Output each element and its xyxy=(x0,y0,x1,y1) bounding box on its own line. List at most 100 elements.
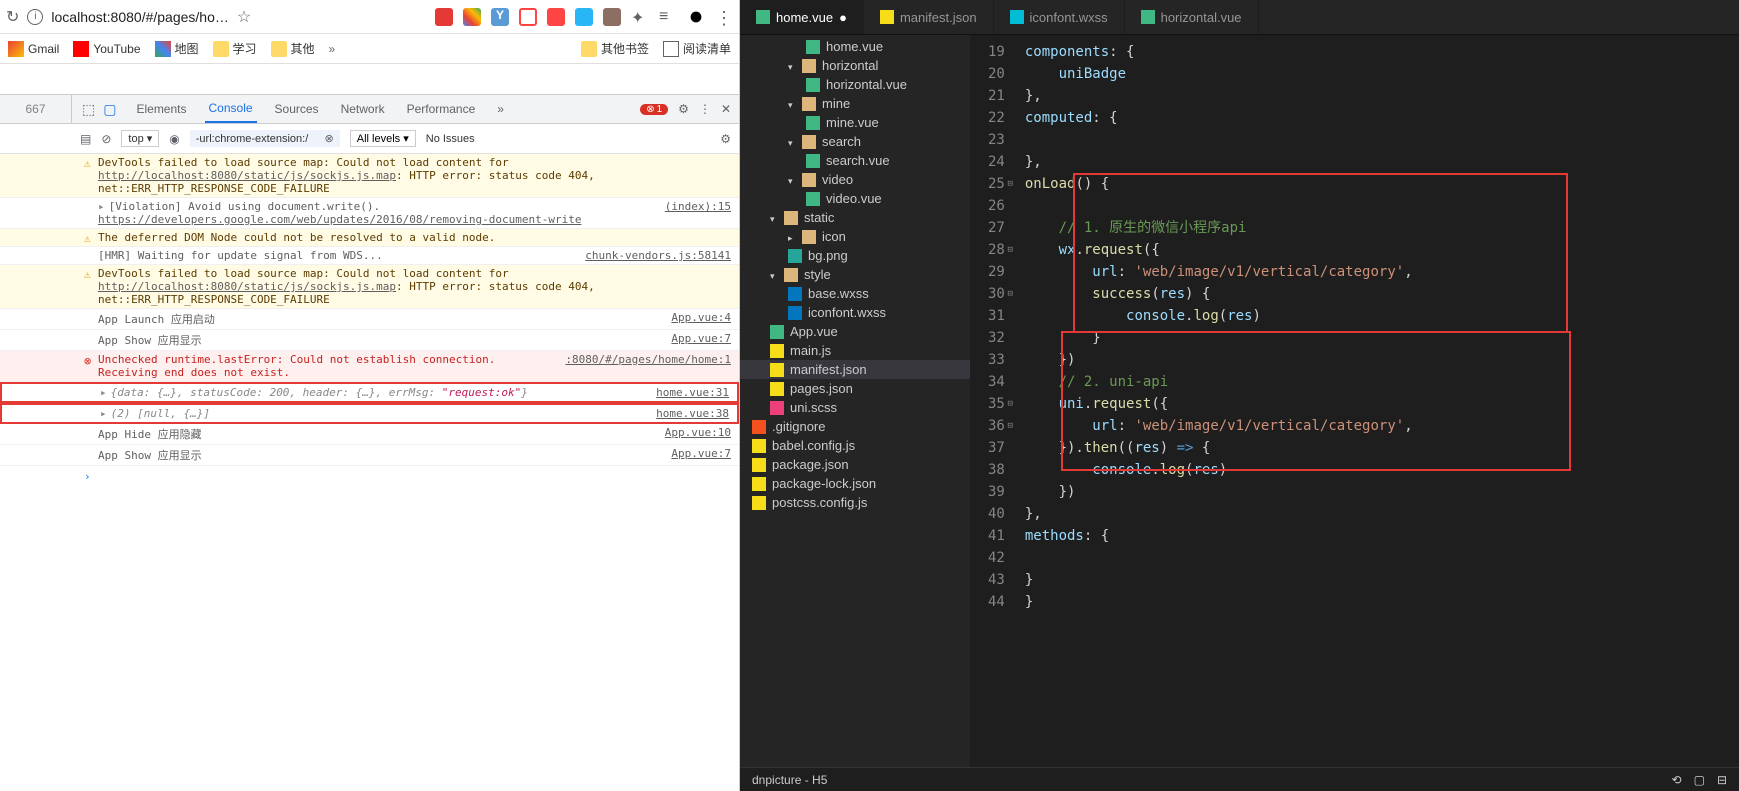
file-home-vue[interactable]: home.vue xyxy=(740,37,970,56)
folder-mine[interactable]: mine xyxy=(740,94,970,113)
log-levels[interactable]: All levels ▾ xyxy=(350,130,416,147)
file-iconfont-wxss[interactable]: iconfont.wxss xyxy=(740,303,970,322)
file-app-vue[interactable]: App.vue xyxy=(740,322,970,341)
tab-console[interactable]: Console xyxy=(205,95,257,123)
folder-icon[interactable]: icon xyxy=(740,227,970,246)
editor-tab-horizontal[interactable]: horizontal.vue xyxy=(1125,0,1259,34)
file-postcss-config[interactable]: postcss.config.js xyxy=(740,493,970,512)
clear-console-icon[interactable]: ⊘ xyxy=(101,132,111,146)
folder-horizontal[interactable]: horizontal xyxy=(740,56,970,75)
reader-icon[interactable]: ≡ xyxy=(659,8,677,26)
inspect-icon[interactable]: ⬚ xyxy=(82,101,95,118)
file-main-js[interactable]: main.js xyxy=(740,341,970,360)
console-log[interactable]: App Show 应用显示App.vue:7 xyxy=(0,445,739,466)
console-log[interactable]: [HMR] Waiting for update signal from WDS… xyxy=(0,247,739,265)
file-base-wxss[interactable]: base.wxss xyxy=(740,284,970,303)
console-log[interactable]: App Hide 应用隐藏App.vue:10 xyxy=(0,424,739,445)
tab-network[interactable]: Network xyxy=(337,95,389,123)
source-link[interactable]: chunk-vendors.js:58141 xyxy=(585,249,731,262)
bookmark-gmail[interactable]: Gmail xyxy=(8,41,59,57)
tab-performance[interactable]: Performance xyxy=(403,95,480,123)
bookmark-youtube[interactable]: YouTube xyxy=(73,41,140,57)
ext-icon-4[interactable] xyxy=(519,8,537,26)
file-horizontal-vue[interactable]: horizontal.vue xyxy=(740,75,970,94)
code-editor[interactable]: 19 20 21 22 23 24 25⊟ 26 27 28⊟ 29 30⊟ 3… xyxy=(970,35,1739,767)
source-link[interactable]: App.vue:4 xyxy=(671,311,731,327)
tab-more[interactable]: » xyxy=(493,95,508,123)
ext-icon-5[interactable] xyxy=(547,8,565,26)
tab-sources[interactable]: Sources xyxy=(271,95,323,123)
settings-icon[interactable]: ⚙ xyxy=(678,102,689,116)
folder-style[interactable]: style xyxy=(740,265,970,284)
bookmark-map[interactable]: 地图 xyxy=(155,40,199,57)
console-log-highlighted[interactable]: {data: {…}, statusCode: 200, header: {…}… xyxy=(0,382,739,403)
folder-search[interactable]: search xyxy=(740,132,970,151)
console-warning[interactable]: The deferred DOM Node could not be resol… xyxy=(0,229,739,247)
file-gitignore[interactable]: .gitignore xyxy=(740,417,970,436)
clear-filter-icon[interactable]: ⊗ xyxy=(325,132,334,145)
refresh-icon[interactable]: ↻ xyxy=(6,7,19,27)
bookmarks-overflow-icon[interactable]: » xyxy=(329,42,336,56)
source-link[interactable]: App.vue:7 xyxy=(671,332,731,348)
source-link[interactable]: App.vue:10 xyxy=(665,426,731,442)
file-mine-vue[interactable]: mine.vue xyxy=(740,113,970,132)
bookmark-other[interactable]: 其他 xyxy=(271,40,315,57)
ublock-icon[interactable] xyxy=(435,8,453,26)
code-content[interactable]: components: { uniBadge }, computed: { },… xyxy=(1015,35,1739,767)
console-log[interactable]: [Violation] Avoid using document.write()… xyxy=(0,198,739,229)
devtools-menu-icon[interactable]: ⋮ xyxy=(699,102,711,116)
console-error[interactable]: Unchecked runtime.lastError: Could not e… xyxy=(0,351,739,382)
tab-elements[interactable]: Elements xyxy=(132,95,190,123)
source-link[interactable]: home.vue:38 xyxy=(656,407,729,420)
folder-static[interactable]: static xyxy=(740,208,970,227)
ext-icon-6[interactable] xyxy=(575,8,593,26)
extensions-icon[interactable]: ✦ xyxy=(631,8,649,26)
folder-video[interactable]: video xyxy=(740,170,970,189)
editor-tab-manifest[interactable]: manifest.json xyxy=(864,0,994,34)
console-prompt[interactable] xyxy=(0,466,739,487)
other-bookmarks[interactable]: 其他书签 xyxy=(581,40,649,57)
file-bg-png[interactable]: bg.png xyxy=(740,246,970,265)
bookmark-study[interactable]: 学习 xyxy=(213,40,257,57)
console-warning[interactable]: DevTools failed to load source map: Coul… xyxy=(0,154,739,198)
ext-icon-9[interactable] xyxy=(687,8,705,26)
ext-icon-3[interactable]: Y xyxy=(491,8,509,26)
status-icon-1[interactable]: ⟲ xyxy=(1672,773,1682,787)
issues-link[interactable]: No Issues xyxy=(426,133,475,145)
status-icon-3[interactable]: ⊟ xyxy=(1717,773,1727,787)
console-log[interactable]: App Launch 应用启动App.vue:4 xyxy=(0,309,739,330)
file-manifest-json[interactable]: manifest.json xyxy=(740,360,970,379)
cookie-icon[interactable] xyxy=(603,8,621,26)
source-link[interactable]: home.vue:31 xyxy=(656,386,729,399)
site-info-icon[interactable]: i xyxy=(27,9,43,25)
file-search-vue[interactable]: search.vue xyxy=(740,151,970,170)
filter-input[interactable]: -url:chrome-extension:/⊗ xyxy=(190,130,340,147)
file-package-lock[interactable]: package-lock.json xyxy=(740,474,970,493)
editor-tab-home[interactable]: home.vue● xyxy=(740,0,864,34)
sidebar-toggle-icon[interactable]: ▤ xyxy=(80,132,91,146)
address-bar[interactable]: localhost:8080/#/pages/ho… xyxy=(51,9,228,25)
reading-list[interactable]: 阅读清单 xyxy=(663,40,731,57)
live-expression-icon[interactable]: ◉ xyxy=(169,132,179,146)
status-icon-2[interactable]: ▢ xyxy=(1694,773,1705,787)
console-settings-icon[interactable]: ⚙ xyxy=(720,132,731,146)
bookmark-star-icon[interactable]: ☆ xyxy=(237,7,251,27)
device-toggle-icon[interactable]: ▢ xyxy=(103,101,116,118)
source-link[interactable]: (index):15 xyxy=(665,200,731,226)
ext-icon-2[interactable] xyxy=(463,8,481,26)
console-log-highlighted[interactable]: (2) [null, {…}] home.vue:38 xyxy=(0,403,739,424)
file-pages-json[interactable]: pages.json xyxy=(740,379,970,398)
source-link[interactable]: App.vue:7 xyxy=(671,447,731,463)
editor-tab-iconfont[interactable]: iconfont.wxss xyxy=(994,0,1125,34)
chrome-menu-icon[interactable]: ⋮ xyxy=(715,8,733,26)
file-uni-scss[interactable]: uni.scss xyxy=(740,398,970,417)
source-link[interactable]: :8080/#/pages/home/home:1 xyxy=(565,353,731,379)
file-video-vue[interactable]: video.vue xyxy=(740,189,970,208)
console-warning[interactable]: DevTools failed to load source map: Coul… xyxy=(0,265,739,309)
context-selector[interactable]: top ▾ xyxy=(121,130,159,147)
close-devtools-icon[interactable]: ✕ xyxy=(721,102,731,116)
error-badge[interactable]: ⊗1 xyxy=(640,104,668,115)
file-package-json[interactable]: package.json xyxy=(740,455,970,474)
console-log[interactable]: App Show 应用显示App.vue:7 xyxy=(0,330,739,351)
file-babel-config[interactable]: babel.config.js xyxy=(740,436,970,455)
